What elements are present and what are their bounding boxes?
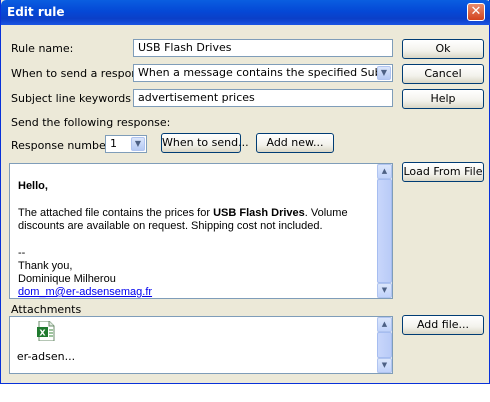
send-following-label: Send the following response: — [11, 116, 171, 129]
subject-keywords-input[interactable]: advertisement prices — [133, 89, 393, 107]
message-editor[interactable]: Hello, The attached file contains the pr… — [9, 163, 393, 299]
when-to-send-button[interactable]: When to send... — [161, 133, 249, 153]
load-from-file-button[interactable]: Load From File — [402, 162, 484, 182]
window-title: Edit rule — [7, 5, 65, 19]
edit-rule-dialog: Edit rule ✕ Rule name: USB Flash Drives … — [0, 0, 490, 384]
message-body-prefix: The attached file contains the prices fo… — [18, 207, 214, 219]
chevron-down-icon[interactable]: ▼ — [377, 66, 391, 80]
response-number-value: 1 — [110, 137, 117, 150]
when-to-send-value: When a message contains the specified Su… — [138, 66, 393, 79]
subject-keywords-label: Subject line keywords — [11, 92, 131, 105]
message-separator: -- — [18, 247, 26, 259]
when-to-send-select[interactable]: When a message contains the specified Su… — [133, 64, 393, 82]
excel-file-icon: X — [37, 320, 55, 342]
attachments-scrollbar[interactable]: ▲ ▼ — [377, 317, 392, 373]
rule-name-input[interactable]: USB Flash Drives — [133, 39, 393, 57]
attachments-list[interactable]: X er-adsen... ▲ ▼ — [9, 316, 393, 374]
scroll-down-icon[interactable]: ▼ — [377, 283, 392, 298]
message-scrollbar[interactable]: ▲ ▼ — [377, 164, 392, 298]
message-signature-name: Dominique Milherou — [18, 273, 116, 285]
add-file-button[interactable]: Add file... — [402, 315, 484, 335]
scroll-up-icon[interactable]: ▲ — [377, 164, 392, 179]
attachments-label: Attachments — [11, 303, 82, 316]
ok-button[interactable]: Ok — [402, 39, 484, 59]
cancel-button[interactable]: Cancel — [402, 64, 484, 84]
message-paragraph: The attached file contains the prices fo… — [18, 207, 378, 233]
attachment-item[interactable]: X er-adsen... — [16, 320, 76, 363]
response-number-select[interactable]: 1 ▼ — [105, 135, 147, 153]
chevron-down-icon[interactable]: ▼ — [131, 137, 145, 151]
attachment-name: er-adsen... — [16, 350, 76, 363]
message-body[interactable]: Hello, The attached file contains the pr… — [18, 172, 378, 298]
message-thanks: Thank you, — [18, 260, 73, 272]
svg-text:X: X — [39, 329, 46, 338]
message-signature-email[interactable]: dom_m@er-adsensemag.fr — [18, 286, 378, 298]
response-number-label: Response number: — [11, 139, 114, 152]
message-greeting: Hello, — [18, 180, 48, 192]
title-bar: Edit rule ✕ — [1, 0, 490, 25]
help-button[interactable]: Help — [402, 89, 484, 109]
close-button[interactable]: ✕ — [467, 3, 485, 21]
scroll-down-icon[interactable]: ▼ — [377, 358, 392, 373]
scroll-thumb[interactable] — [377, 179, 392, 283]
message-body-bold: USB Flash Drives — [213, 207, 305, 219]
close-icon: ✕ — [470, 4, 482, 19]
scroll-up-icon[interactable]: ▲ — [377, 317, 392, 332]
add-new-button[interactable]: Add new... — [256, 133, 334, 153]
scroll-thumb[interactable] — [377, 332, 392, 358]
rule-name-label: Rule name: — [11, 42, 74, 55]
